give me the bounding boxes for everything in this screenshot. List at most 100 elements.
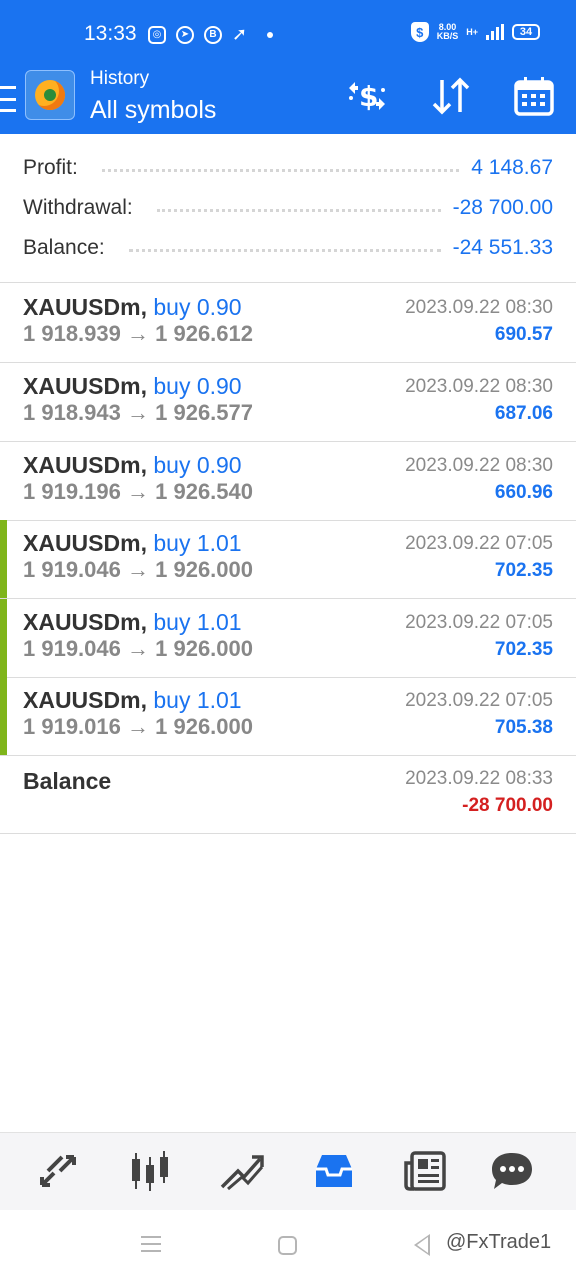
deal-side: buy 0.90 [153, 294, 242, 320]
summary-profit-row: Profit: 4 148.67 [23, 148, 553, 188]
deal-prices: 1 919.016 → 1 926.000 [23, 714, 253, 740]
arrow-icon: → [127, 321, 149, 346]
news-icon[interactable] [402, 1149, 450, 1193]
deal-row[interactable]: XAUUSDm, buy 1.01 1 919.046 → 1 926.000 … [0, 599, 576, 678]
dotted-leader [101, 168, 460, 172]
recent-apps-button[interactable] [141, 1236, 161, 1252]
open-price: 1 919.196 [23, 479, 121, 504]
status-notification-icons: ◎ ➤ B ➚ [148, 24, 274, 45]
open-price: 1 919.016 [23, 714, 121, 739]
instagram-icon: ◎ [148, 25, 166, 44]
open-price: 1 919.046 [23, 557, 121, 582]
deal-symbol-line: XAUUSDm, buy 0.90 [23, 373, 242, 400]
chat-icon[interactable] [488, 1149, 536, 1193]
deal-symbol-line: XAUUSDm, buy 1.01 [23, 687, 242, 714]
status-bar: 13:33 ◎ ➤ B ➚ $ 8.00 KB/S H+ 34 [0, 0, 576, 66]
close-price: 1 926.577 [155, 400, 253, 425]
quotes-icon[interactable] [34, 1149, 82, 1193]
profit-label: Profit: [23, 156, 78, 179]
open-price: 1 918.939 [23, 321, 121, 346]
deal-prices: 1 919.046 → 1 926.000 [23, 557, 253, 583]
deal-prices: 1 918.939 → 1 926.612 [23, 321, 253, 347]
currency-exchange-icon[interactable]: $ [345, 76, 389, 116]
close-price: 1 926.000 [155, 636, 253, 661]
b-app-icon: B [204, 25, 222, 44]
arrow-icon: → [127, 400, 149, 425]
deal-profit: 690.57 [494, 324, 553, 345]
home-button[interactable] [278, 1236, 297, 1255]
deal-symbol-line: XAUUSDm, buy 1.01 [23, 530, 242, 557]
status-time: 13:33 [84, 22, 137, 45]
arrow-icon: → [127, 557, 149, 582]
more-notifications-dot [267, 31, 274, 38]
arrow-icon: → [127, 479, 149, 504]
deal-profit: 702.35 [494, 639, 553, 660]
app-bar: History All symbols $ [0, 66, 576, 134]
close-price: 1 926.612 [155, 321, 253, 346]
trade-icon[interactable] [218, 1149, 266, 1193]
deal-side: buy 0.90 [153, 452, 242, 478]
deal-time: 2023.09.22 08:30 [405, 297, 553, 318]
arrow-icon: → [127, 714, 149, 739]
chart-icon[interactable] [126, 1149, 174, 1193]
network-speed: 8.00 KB/S [437, 23, 459, 41]
withdrawal-value: -28 700.00 [452, 196, 553, 219]
open-price: 1 919.046 [23, 636, 121, 661]
deal-row[interactable]: XAUUSDm, buy 1.01 1 919.046 → 1 926.000 … [0, 520, 576, 599]
deal-symbol: XAUUSDm, [23, 609, 147, 635]
deal-symbol: XAUUSDm, [23, 373, 147, 399]
deal-time: 2023.09.22 07:05 [405, 690, 553, 711]
page-title[interactable]: All symbols [90, 96, 216, 125]
watermark-text: @FxTrade1 [446, 1231, 552, 1253]
deal-row[interactable]: XAUUSDm, buy 0.90 1 919.196 → 1 926.540 … [0, 442, 576, 521]
deal-symbol: XAUUSDm, [23, 452, 147, 478]
sort-icon[interactable] [430, 76, 474, 116]
deal-symbol: XAUUSDm, [23, 687, 147, 713]
deal-row[interactable]: XAUUSDm, buy 1.01 1 919.016 → 1 926.000 … [0, 677, 576, 756]
balance-entry-time: 2023.09.22 08:33 [405, 768, 553, 789]
summary-withdrawal-row: Withdrawal: -28 700.00 [23, 188, 553, 228]
shield-icon: $ [410, 22, 429, 42]
close-price: 1 926.000 [155, 557, 253, 582]
dotted-leader [156, 208, 441, 212]
status-system-icons: $ 8.00 KB/S H+ 34 [410, 22, 540, 42]
balance-row[interactable]: Balance 2023.09.22 08:33 -28 700.00 [0, 755, 576, 834]
deal-symbol: XAUUSDm, [23, 294, 147, 320]
deal-side: buy 1.01 [153, 609, 242, 635]
deal-symbol: XAUUSDm, [23, 530, 147, 556]
deal-profit: 660.96 [494, 482, 553, 503]
deal-row[interactable]: XAUUSDm, buy 0.90 1 918.943 → 1 926.577 … [0, 363, 576, 442]
history-icon[interactable] [310, 1149, 358, 1193]
navigation-icon: ➚ [232, 24, 248, 44]
arrow-icon: → [127, 636, 149, 661]
page-subtitle: History [90, 68, 150, 89]
system-navigation-bar: @FxTrade1 [0, 1210, 576, 1280]
app-logo [25, 70, 75, 120]
deal-time: 2023.09.22 08:30 [405, 376, 553, 397]
balance-entry-amount: -28 700.00 [462, 795, 553, 816]
signal-icon [486, 24, 504, 40]
deal-profit: 702.35 [494, 560, 553, 581]
deal-time: 2023.09.22 07:05 [405, 533, 553, 554]
close-price: 1 926.000 [155, 714, 253, 739]
calendar-icon[interactable] [512, 76, 556, 116]
balance-label: Balance: [23, 236, 105, 259]
deal-row[interactable]: XAUUSDm, buy 0.90 1 918.939 → 1 926.612 … [0, 284, 576, 363]
deal-side: buy 0.90 [153, 373, 242, 399]
deal-side: buy 1.01 [153, 530, 242, 556]
balance-entry-label: Balance [23, 768, 112, 794]
withdrawal-label: Withdrawal: [23, 196, 133, 219]
deal-profit: 705.38 [494, 717, 553, 738]
battery-icon: 34 [512, 24, 540, 40]
back-button[interactable] [414, 1234, 430, 1256]
deal-time: 2023.09.22 08:30 [405, 455, 553, 476]
balance-value: -24 551.33 [452, 236, 553, 259]
deal-side: buy 1.01 [153, 687, 242, 713]
bottom-navigation [0, 1132, 576, 1210]
menu-icon[interactable] [0, 86, 16, 112]
deal-prices: 1 918.943 → 1 926.577 [23, 400, 253, 426]
network-type: H+ [466, 26, 478, 37]
summary-balance-row: Balance: -24 551.33 [23, 228, 553, 268]
deal-symbol-line: XAUUSDm, buy 0.90 [23, 294, 242, 321]
close-price: 1 926.540 [155, 479, 253, 504]
